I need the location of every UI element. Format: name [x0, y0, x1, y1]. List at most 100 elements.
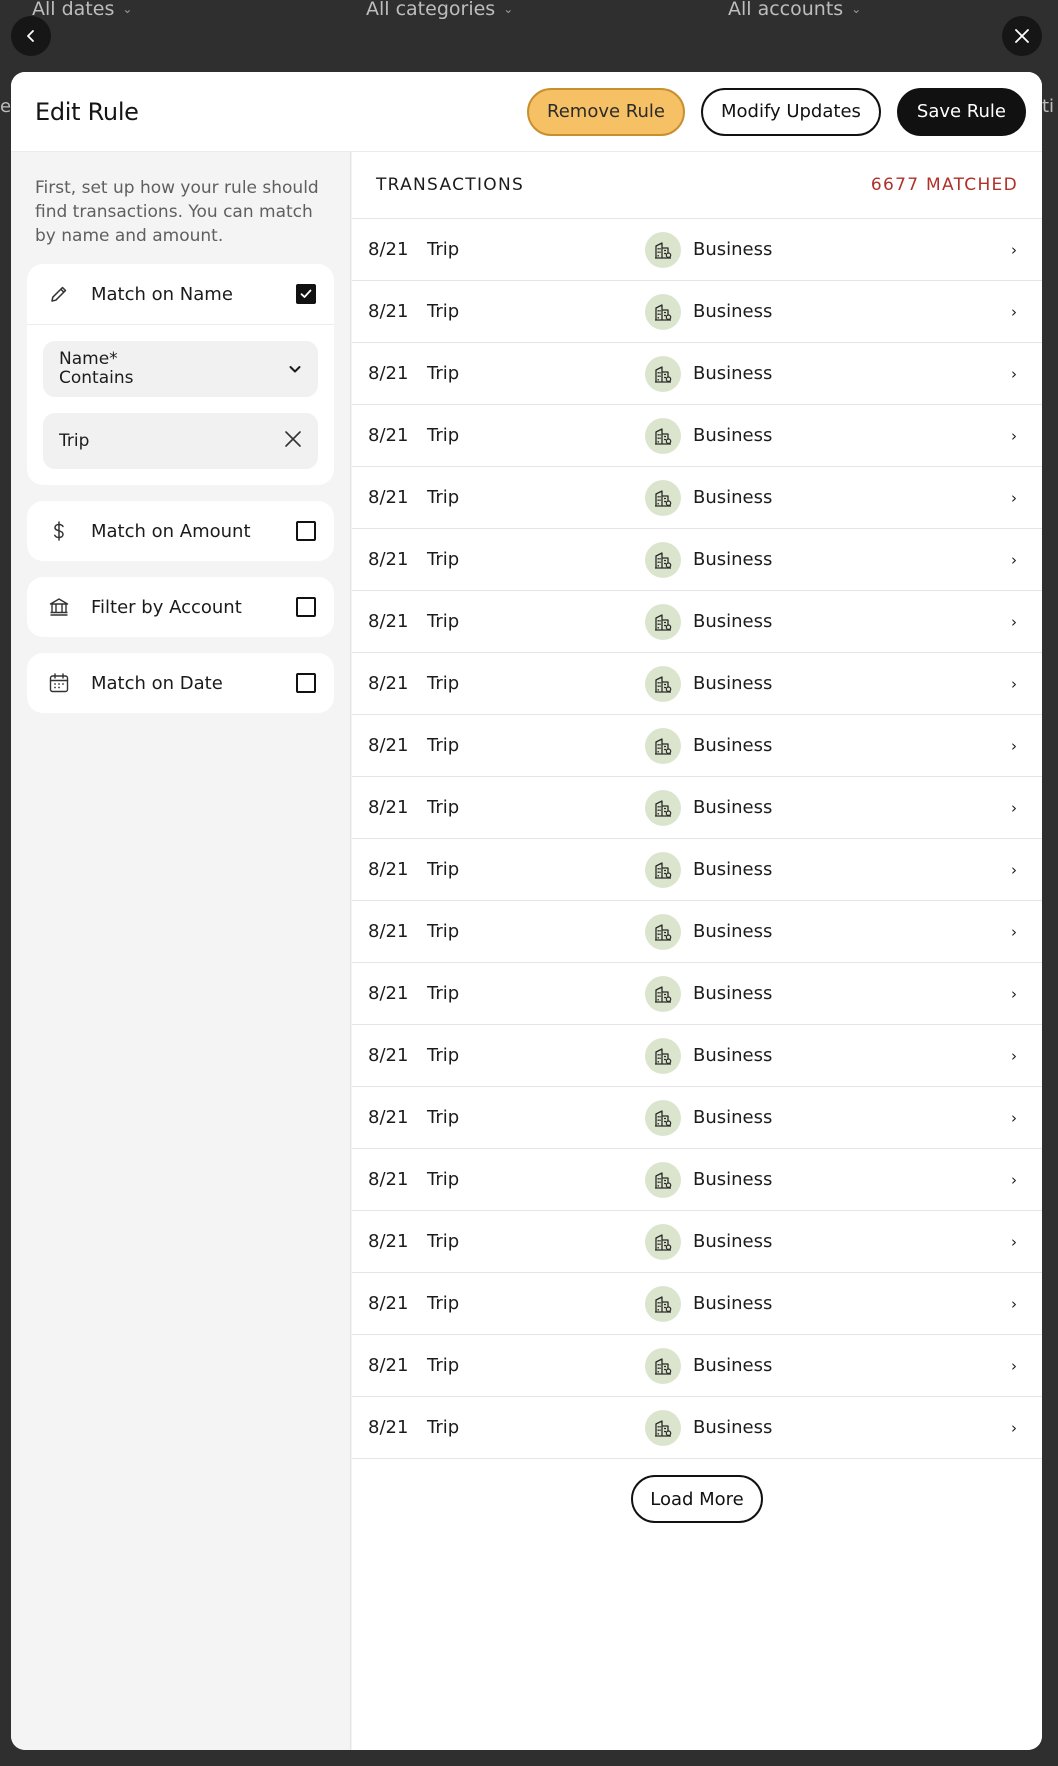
save-rule-button[interactable]: Save Rule — [896, 87, 1026, 136]
chevron-down-icon — [289, 366, 301, 373]
chevron-down-icon: ⌄ — [851, 2, 862, 16]
match-amount-card: Match on Amount — [27, 501, 334, 561]
calendar-icon — [47, 671, 71, 695]
transaction-row[interactable]: 8/21 Trip Business › — [352, 343, 1042, 405]
chevron-right-icon: › — [1011, 302, 1017, 321]
transaction-row[interactable]: 8/21 Trip Business › — [352, 1335, 1042, 1397]
match-amount-row[interactable]: Match on Amount — [27, 501, 334, 561]
transaction-row[interactable]: 8/21 Trip Business › — [352, 591, 1042, 653]
transaction-date: 8/21 — [368, 797, 409, 818]
transaction-row[interactable]: 8/21 Trip Business › — [352, 653, 1042, 715]
transaction-row[interactable]: 8/21 Trip Business › — [352, 405, 1042, 467]
transaction-name: Trip — [427, 1417, 460, 1438]
name-condition-select[interactable]: Name* Contains — [43, 341, 318, 397]
transaction-date: 8/21 — [368, 239, 409, 260]
transactions-title: TRANSACTIONS — [376, 175, 525, 195]
chevron-down-icon: ⌄ — [503, 2, 514, 16]
transaction-category: Business — [693, 1417, 773, 1438]
match-date-label: Match on Date — [91, 672, 223, 694]
chevron-right-icon: › — [1011, 426, 1017, 445]
chevron-right-icon: › — [1011, 1232, 1017, 1251]
transaction-row[interactable]: 8/21 Trip Business › — [352, 219, 1042, 281]
close-button[interactable] — [1002, 16, 1042, 56]
transaction-category: Business — [693, 1045, 773, 1066]
account-filter: All accounts ⌄ — [728, 0, 861, 20]
transaction-name: Trip — [427, 549, 460, 570]
transactions-panel: TRANSACTIONS 6677 MATCHED 8/21 Trip Busi… — [352, 152, 1042, 1750]
building-icon — [645, 1099, 681, 1136]
transaction-name: Trip — [427, 363, 460, 384]
rule-intro-text: First, set up how your rule should find … — [35, 178, 319, 246]
building-icon — [645, 293, 681, 330]
chevron-right-icon: › — [1011, 736, 1017, 755]
bank-icon — [47, 595, 71, 619]
transaction-row[interactable]: 8/21 Trip Business › — [352, 777, 1042, 839]
chevron-right-icon: › — [1011, 364, 1017, 383]
transaction-row[interactable]: 8/21 Trip Business › — [352, 1211, 1042, 1273]
transaction-row[interactable]: 8/21 Trip Business › — [352, 715, 1042, 777]
transaction-row[interactable]: 8/21 Trip Business › — [352, 529, 1042, 591]
filter-account-checkbox[interactable] — [296, 597, 316, 617]
transaction-date: 8/21 — [368, 549, 409, 570]
close-icon — [1015, 29, 1029, 43]
chevron-right-icon: › — [1011, 1046, 1017, 1065]
remove-rule-button[interactable]: Remove Rule — [527, 87, 685, 136]
background-edge-text-left: e — [0, 96, 12, 117]
clear-text-button[interactable] — [284, 430, 302, 452]
chevron-down-icon: ⌄ — [122, 2, 133, 16]
filter-account-card: Filter by Account — [27, 577, 334, 637]
chevron-right-icon: › — [1011, 1170, 1017, 1189]
match-date-row[interactable]: Match on Date — [27, 653, 334, 713]
transaction-name: Trip — [427, 487, 460, 508]
match-name-row[interactable]: Match on Name — [27, 264, 334, 324]
transaction-row[interactable]: 8/21 Trip Business › — [352, 901, 1042, 963]
transaction-category: Business — [693, 363, 773, 384]
transaction-category: Business — [693, 301, 773, 322]
building-icon — [645, 1285, 681, 1322]
transaction-row[interactable]: 8/21 Trip Business › — [352, 281, 1042, 343]
filter-account-row[interactable]: Filter by Account — [27, 577, 334, 637]
building-icon — [645, 1409, 681, 1446]
building-icon — [645, 1037, 681, 1074]
transaction-category: Business — [693, 425, 773, 446]
transaction-row[interactable]: 8/21 Trip Business › — [352, 1087, 1042, 1149]
date-filter-label: All dates — [32, 0, 115, 20]
transaction-date: 8/21 — [368, 1417, 409, 1438]
transaction-row[interactable]: 8/21 Trip Business › — [352, 963, 1042, 1025]
chevron-right-icon: › — [1011, 240, 1017, 259]
transaction-row[interactable]: 8/21 Trip Business › — [352, 467, 1042, 529]
load-more-button[interactable]: Load More — [631, 1475, 763, 1523]
transaction-date: 8/21 — [368, 611, 409, 632]
transaction-category: Business — [693, 797, 773, 818]
account-filter-label: All accounts — [728, 0, 844, 20]
close-icon — [285, 431, 301, 447]
transaction-row[interactable]: 8/21 Trip Business › — [352, 1149, 1042, 1211]
match-name-label: Match on Name — [91, 283, 233, 305]
modify-updates-button[interactable]: Modify Updates — [700, 87, 881, 136]
transaction-category: Business — [693, 1169, 773, 1190]
match-amount-checkbox[interactable] — [296, 521, 316, 541]
transaction-row[interactable]: 8/21 Trip Business › — [352, 1397, 1042, 1459]
chevron-right-icon: › — [1011, 1356, 1017, 1375]
transaction-name: Trip — [427, 611, 460, 632]
transaction-row[interactable]: 8/21 Trip Business › — [352, 1273, 1042, 1335]
match-name-checkbox[interactable] — [296, 284, 316, 304]
chevron-left-icon — [27, 30, 34, 42]
transaction-row[interactable]: 8/21 Trip Business › — [352, 839, 1042, 901]
name-text-input[interactable] — [59, 431, 284, 451]
building-icon — [645, 479, 681, 516]
back-button[interactable] — [11, 16, 51, 56]
match-date-checkbox[interactable] — [296, 673, 316, 693]
transaction-category: Business — [693, 1355, 773, 1376]
building-icon — [645, 665, 681, 702]
match-name-card: Match on Name Name* Contains — [27, 264, 334, 485]
chevron-right-icon: › — [1011, 984, 1017, 1003]
transaction-date: 8/21 — [368, 1107, 409, 1128]
building-icon — [645, 851, 681, 888]
transaction-category: Business — [693, 673, 773, 694]
category-filter-label: All categories — [366, 0, 496, 20]
transaction-row[interactable]: 8/21 Trip Business › — [352, 1025, 1042, 1087]
modal-header: Edit Rule Remove Rule Modify Updates Sav… — [11, 72, 1042, 152]
rule-criteria-panel: First, set up how your rule should find … — [11, 152, 351, 1750]
filter-account-label: Filter by Account — [91, 596, 242, 618]
